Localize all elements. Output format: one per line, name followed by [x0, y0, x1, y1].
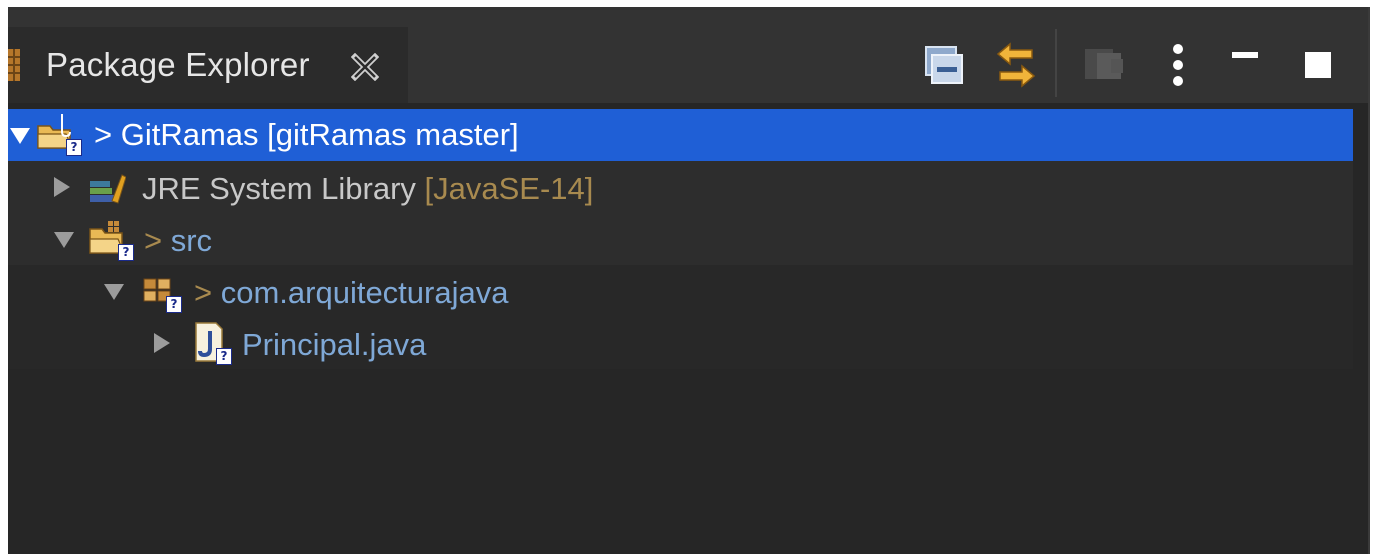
library-icon — [90, 174, 126, 204]
expand-arrow-icon[interactable] — [54, 232, 74, 248]
focus-on-active-task-icon — [1085, 49, 1123, 79]
view-menu-icon — [1173, 44, 1183, 86]
unversioned-badge-icon: ? — [216, 348, 232, 365]
expand-arrow-icon[interactable] — [54, 177, 70, 197]
package-name: com.arquitecturajava — [220, 275, 509, 310]
minimize-button[interactable] — [1223, 43, 1267, 87]
src-name: src — [170, 223, 213, 258]
package-prefix: > — [194, 275, 221, 310]
link-with-editor-icon — [996, 42, 1036, 88]
toolbar-separator — [1055, 29, 1057, 97]
project-name: GitRamas [gitRamas master] — [120, 117, 519, 152]
expand-arrow-icon[interactable] — [10, 128, 30, 144]
src-prefix: > — [144, 223, 171, 258]
package-explorer-view: Package Explorer ? > GitRamas [gitRamas … — [8, 7, 1370, 554]
tab-package-explorer[interactable]: Package Explorer — [8, 27, 408, 103]
view-title: Package Explorer — [46, 46, 310, 83]
collapse-all-button[interactable] — [921, 43, 967, 87]
unversioned-badge-icon: ? — [66, 139, 82, 156]
tree-item-package[interactable]: ? > com.arquitecturajava — [8, 265, 1353, 317]
maximize-button[interactable] — [1296, 43, 1340, 87]
unversioned-badge-icon: ? — [166, 296, 182, 313]
project-prefix: > — [94, 117, 121, 152]
focus-button[interactable] — [1080, 43, 1130, 87]
collapse-all-icon — [925, 46, 963, 84]
jre-label: JRE System Library — [142, 171, 425, 206]
maximize-icon — [1305, 52, 1331, 78]
jre-version-decoration: [JavaSE-14] — [424, 171, 594, 206]
expand-arrow-icon[interactable] — [154, 333, 170, 353]
tree-item-src-folder[interactable]: ? > src — [8, 213, 1353, 265]
expand-arrow-icon[interactable] — [104, 284, 124, 300]
package-explorer-icon — [8, 49, 20, 81]
view-header: Package Explorer — [8, 7, 1368, 103]
link-with-editor-button[interactable] — [991, 42, 1041, 88]
tree-item-project[interactable]: ? > GitRamas [gitRamas master] — [8, 109, 1353, 161]
close-icon[interactable] — [351, 53, 379, 81]
unversioned-badge-icon: ? — [118, 244, 134, 261]
file-name: Principal.java — [242, 327, 427, 362]
view-menu-button[interactable] — [1163, 43, 1193, 87]
minimize-icon — [1232, 52, 1258, 58]
tree-item-java-file[interactable]: ? Principal.java — [8, 317, 1353, 369]
tree-item-jre-library[interactable]: JRE System Library [JavaSE-14] — [8, 161, 1353, 213]
